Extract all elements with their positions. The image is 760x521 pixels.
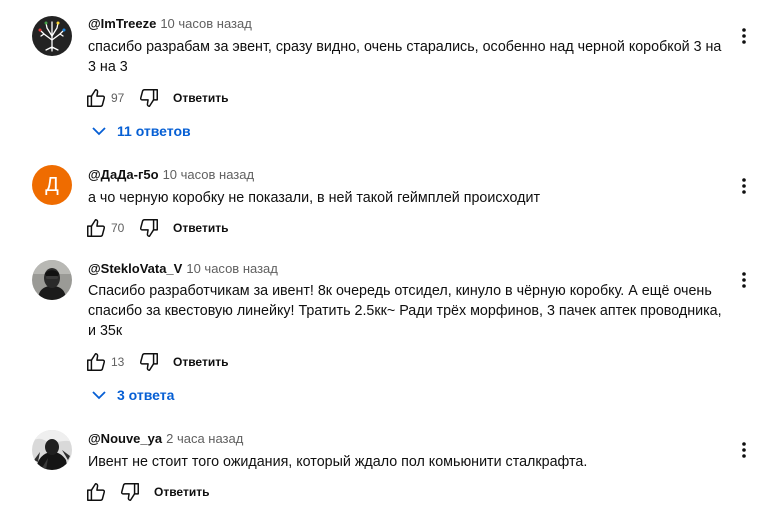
comment-author[interactable]: @ДаДа-г5о (88, 167, 159, 182)
dislike-button[interactable] (137, 86, 161, 110)
like-count: 13 (111, 355, 125, 369)
more-vertical-icon (742, 272, 746, 288)
comment-author[interactable]: @StekloVata_V (88, 261, 182, 276)
comment-timestamp[interactable]: 10 часов назад (186, 261, 278, 276)
show-replies-button[interactable]: 11 ответов (90, 122, 191, 140)
comment-actions: Ответить (84, 480, 209, 504)
comment-header: @ImTreeze 10 часов назад (88, 15, 252, 33)
chevron-down-icon (92, 390, 106, 399)
comment-text: Ивент не стоит того ожидания, который жд… (88, 454, 588, 470)
like-button[interactable] (84, 216, 108, 240)
comment-menu-button[interactable] (734, 270, 754, 290)
comment-actions: 70 Ответить (84, 216, 228, 240)
comment-author[interactable]: @Nouve_ya (88, 431, 162, 446)
comment-actions: 13 Ответить (84, 350, 228, 374)
thumb-down-icon (139, 353, 158, 371)
masked-person-avatar-icon (32, 260, 72, 300)
thumb-up-icon (87, 483, 106, 501)
replies-count-label: 11 ответов (117, 123, 191, 139)
avatar[interactable] (32, 260, 72, 300)
reply-button[interactable]: Ответить (173, 91, 228, 105)
like-count: 70 (111, 221, 125, 235)
comment-text: Спасибо разработчикам за ивент! 8к очере… (88, 283, 722, 339)
thumb-up-icon (87, 219, 106, 237)
comment-timestamp[interactable]: 10 часов назад (160, 16, 252, 31)
comment-header: @StekloVata_V 10 часов назад (88, 260, 278, 278)
comment-header: @Nouve_ya 2 часа назад (88, 430, 243, 448)
dislike-button[interactable] (137, 216, 161, 240)
dislike-button[interactable] (118, 480, 142, 504)
comment-header: @ДаДа-г5о 10 часов назад (88, 166, 254, 184)
chevron-down-icon (92, 126, 106, 135)
comment-text: спасибо разрабам за эвент, сразу видно, … (88, 39, 722, 75)
comment-menu-button[interactable] (734, 176, 754, 196)
comment-timestamp[interactable]: 10 часов назад (163, 167, 255, 182)
like-count: 97 (111, 91, 125, 105)
like-button[interactable] (84, 350, 108, 374)
like-button[interactable] (84, 86, 108, 110)
more-vertical-icon (742, 442, 746, 458)
tree-avatar-icon (32, 16, 72, 56)
comment-menu-button[interactable] (734, 26, 754, 46)
more-vertical-icon (742, 28, 746, 44)
avatar[interactable] (32, 430, 72, 470)
dark-figure-avatar-icon (32, 430, 72, 470)
avatar[interactable] (32, 16, 72, 56)
thumb-up-icon (87, 353, 106, 371)
avatar[interactable]: Д (32, 165, 72, 205)
like-button[interactable] (84, 480, 108, 504)
thumb-down-icon (139, 89, 158, 107)
reply-button[interactable]: Ответить (154, 485, 209, 499)
more-vertical-icon (742, 178, 746, 194)
comment-author[interactable]: @ImTreeze (88, 16, 156, 31)
reply-button[interactable]: Ответить (173, 355, 228, 369)
thumb-up-icon (87, 89, 106, 107)
replies-count-label: 3 ответа (117, 387, 175, 403)
comment-actions: 97 Ответить (84, 86, 228, 110)
thumb-down-icon (139, 219, 158, 237)
dislike-button[interactable] (137, 350, 161, 374)
reply-button[interactable]: Ответить (173, 221, 228, 235)
comment-text: а чо черную коробку не показали, в ней т… (88, 190, 541, 206)
comment-timestamp[interactable]: 2 часа назад (166, 431, 243, 446)
thumb-down-icon (120, 483, 139, 501)
show-replies-button[interactable]: 3 ответа (90, 386, 174, 404)
comment-menu-button[interactable] (734, 440, 754, 460)
